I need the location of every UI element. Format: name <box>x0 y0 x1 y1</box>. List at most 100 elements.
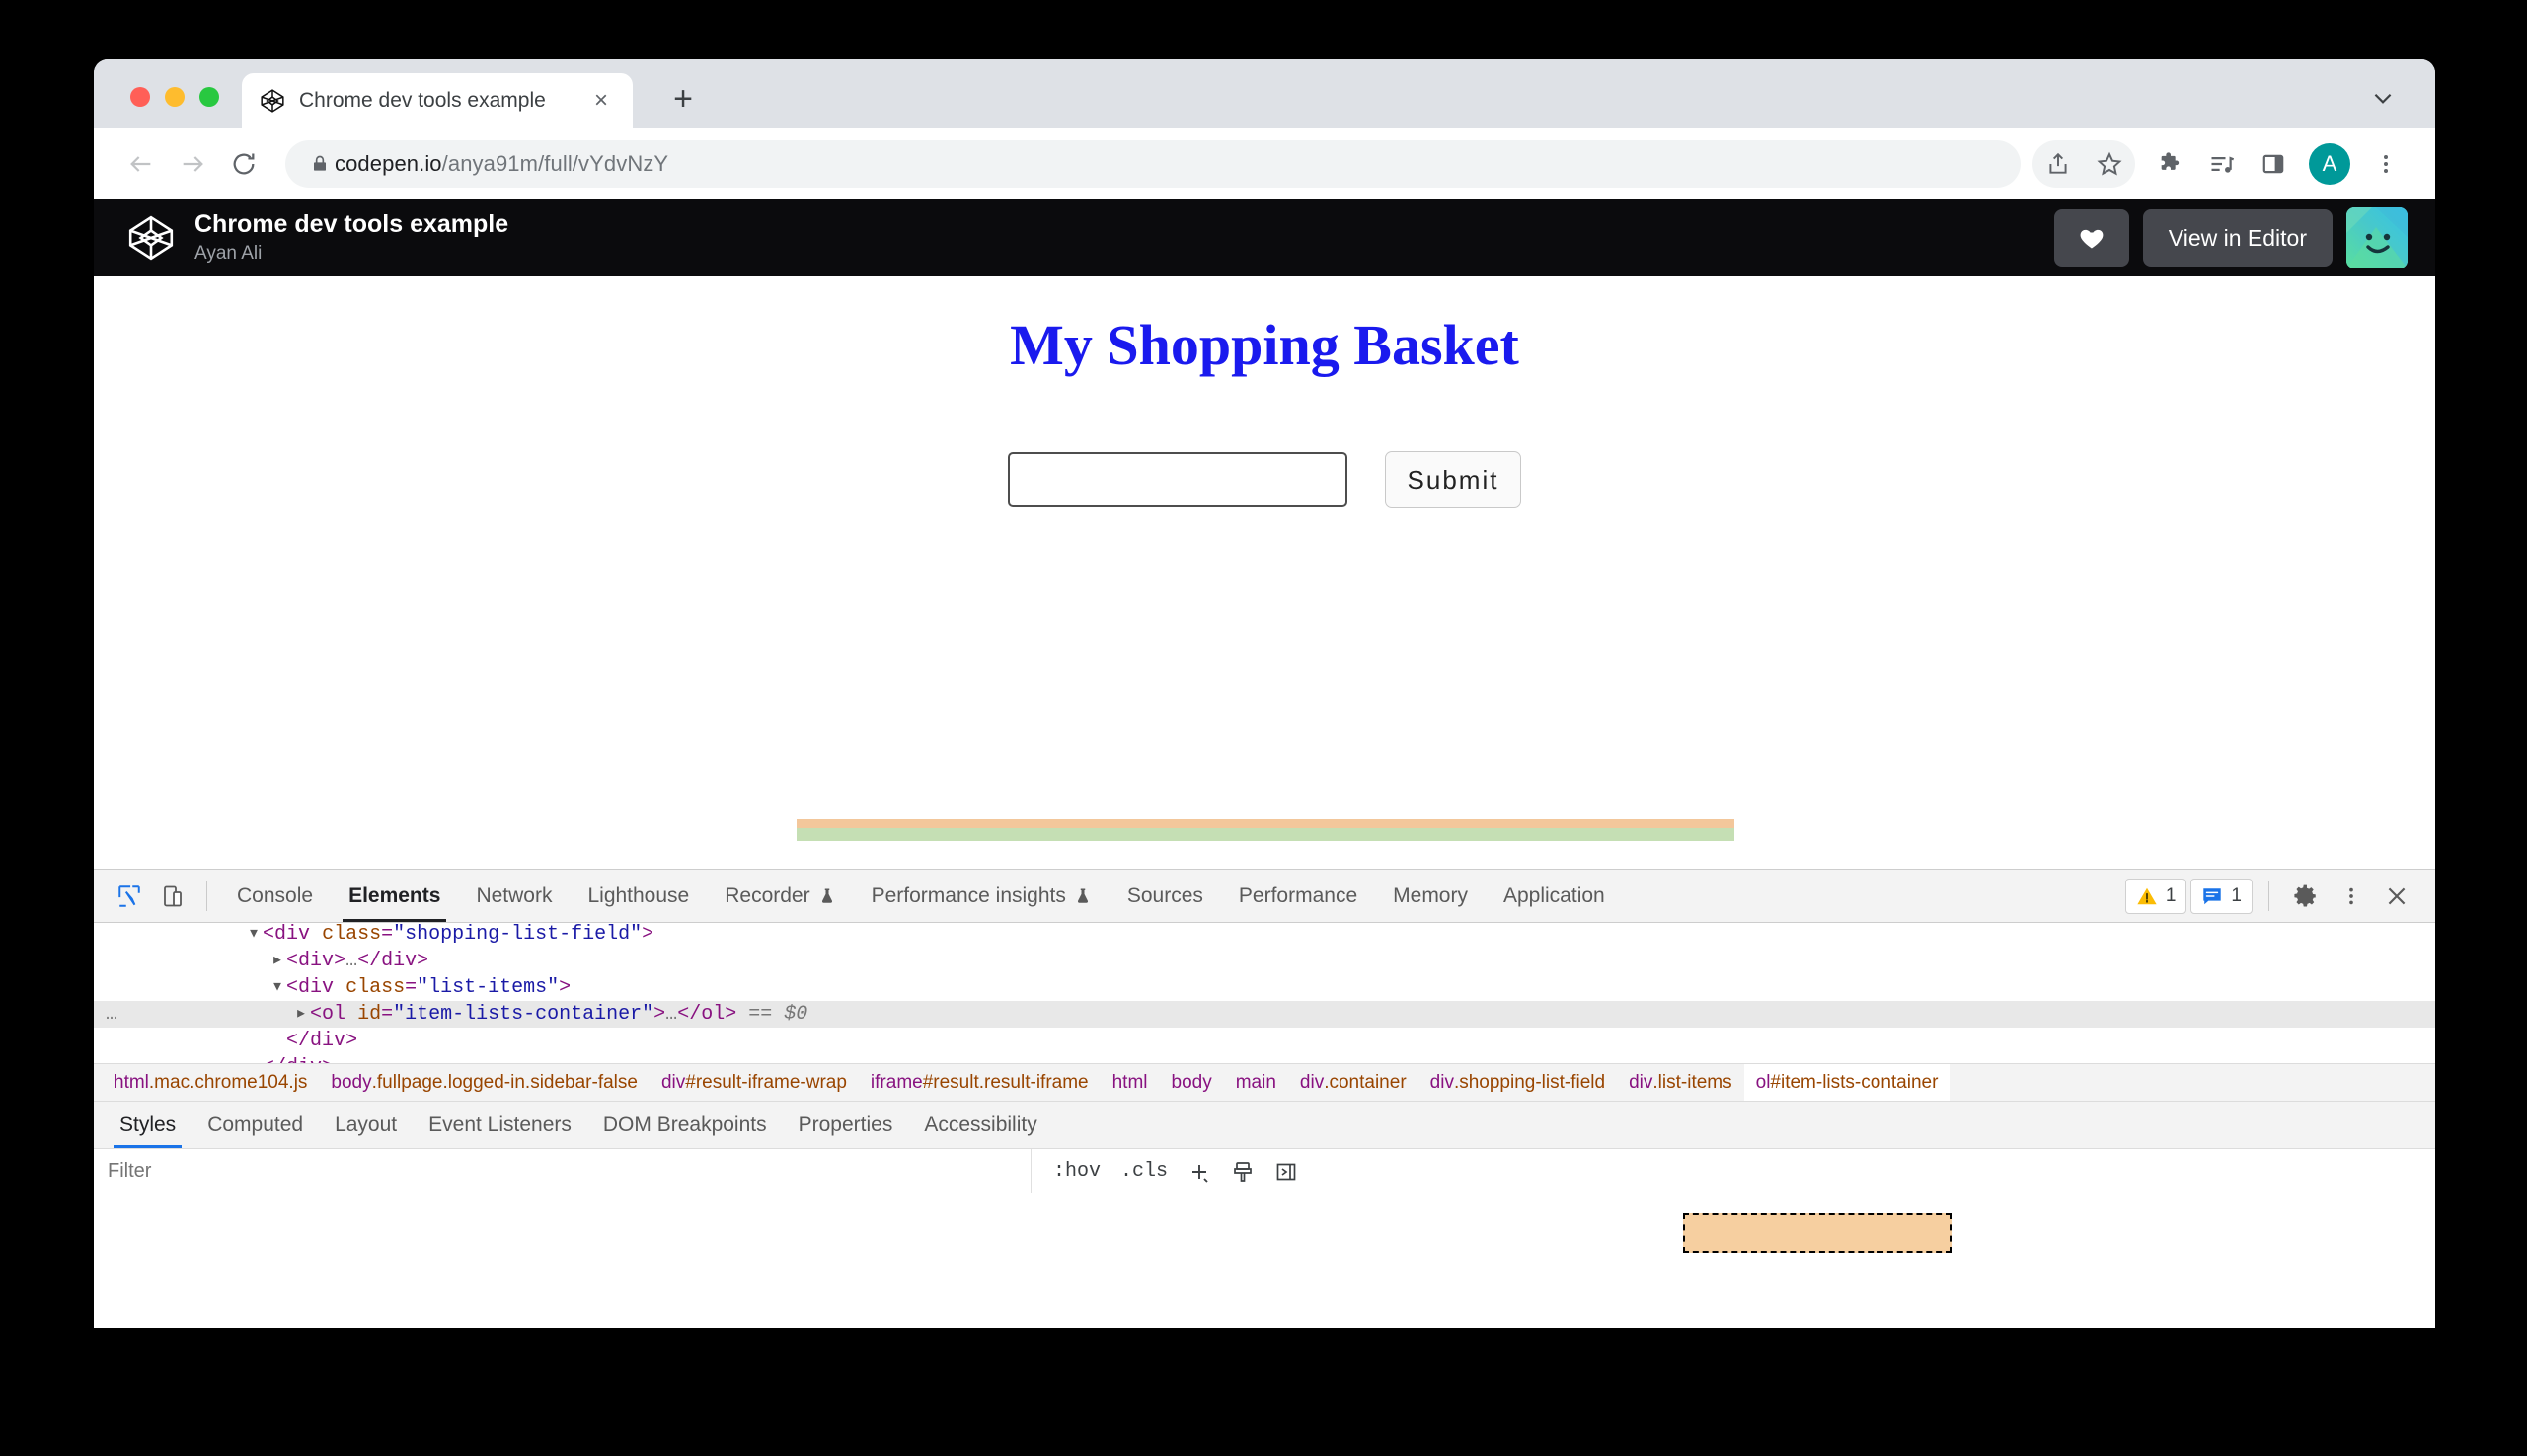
maximize-window-button[interactable] <box>199 87 219 107</box>
expand-triangle-down-icon[interactable]: ▾ <box>248 923 263 948</box>
expand-triangle-right-icon[interactable]: ▸ <box>271 948 286 974</box>
heart-icon <box>2078 224 2106 252</box>
breadcrumb-item[interactable]: body.fullpage.logged-in.sidebar-false <box>319 1064 650 1101</box>
submit-button[interactable]: Submit <box>1385 451 1522 508</box>
breadcrumb-item[interactable]: div.shopping-list-field <box>1418 1064 1617 1101</box>
close-tab-icon[interactable]: × <box>587 87 615 115</box>
devtools-tab-performance[interactable]: Performance <box>1221 870 1375 922</box>
breadcrumb-item[interactable]: main <box>1224 1064 1288 1101</box>
bookmark-star-icon[interactable] <box>2084 138 2135 190</box>
dom-node[interactable]: ▾<div class="list-items"> <box>94 974 2435 1001</box>
new-style-rule-plus-icon[interactable] <box>1180 1153 1219 1190</box>
url-path: /anya91m/full/vYdvNzY <box>442 151 669 176</box>
styles-tab-layout[interactable]: Layout <box>319 1102 413 1148</box>
dom-gutter[interactable]: … <box>94 1001 129 1028</box>
pen-meta: Chrome dev tools example Ayan Ali <box>194 209 508 267</box>
browser-tab[interactable]: Chrome dev tools example × <box>242 73 633 128</box>
dom-node[interactable]: </div> <box>94 1054 2435 1063</box>
dom-indent <box>129 923 248 946</box>
profile-avatar[interactable]: A <box>2309 143 2350 185</box>
devtools-tab-application[interactable]: Application <box>1486 870 1623 922</box>
cls-toggle[interactable]: .cls <box>1112 1160 1176 1183</box>
close-devtools-icon[interactable] <box>2376 876 2417 917</box>
devtools-tab-recorder[interactable]: Recorder <box>707 870 853 922</box>
styles-tab-properties[interactable]: Properties <box>783 1102 909 1148</box>
styles-tab-dom-breakpoints[interactable]: DOM Breakpoints <box>587 1102 783 1148</box>
new-tab-button[interactable]: + <box>663 79 703 118</box>
dom-token-tag: div <box>310 1030 345 1052</box>
list-items-wrapper: BananasMilkBreadEggsCoffee <box>797 828 1734 841</box>
breadcrumb-element: div <box>1629 1072 1652 1094</box>
address-bar[interactable]: codepen.io/anya91m/full/vYdvNzY <box>285 140 2021 188</box>
styles-tab-computed[interactable]: Computed <box>191 1102 319 1148</box>
browser-menu-icon[interactable] <box>2360 138 2412 190</box>
dom-indent <box>129 976 271 999</box>
breadcrumb-element: html <box>114 1072 149 1094</box>
dom-token-punct: < <box>286 950 298 972</box>
breadcrumb-item[interactable]: div#result-iframe-wrap <box>650 1064 859 1101</box>
filter-tools: :hov .cls <box>1032 1153 1306 1190</box>
dom-node[interactable]: </div> <box>94 1028 2435 1054</box>
styles-tab-accessibility[interactable]: Accessibility <box>908 1102 1052 1148</box>
styles-tab-event-listeners[interactable]: Event Listeners <box>413 1102 587 1148</box>
devtools-tab-sources[interactable]: Sources <box>1110 870 1221 922</box>
devtools-tab-memory[interactable]: Memory <box>1375 870 1486 922</box>
back-arrow-icon[interactable] <box>115 138 167 190</box>
message-badge[interactable]: 1 <box>2190 879 2253 914</box>
devtools-tab-label: Sources <box>1127 884 1203 908</box>
devtools-tab-lighthouse[interactable]: Lighthouse <box>570 870 707 922</box>
dom-node[interactable]: ▾<div class="shopping-list-field"> <box>94 923 2435 948</box>
dom-node-selected[interactable]: … ▸<ol id="item-lists-container">…</ol> … <box>94 1001 2435 1028</box>
breadcrumb-item[interactable]: div.list-items <box>1617 1064 1744 1101</box>
breadcrumb-item[interactable]: ol#item-lists-container <box>1744 1064 1951 1101</box>
dom-token-sp <box>334 976 345 999</box>
expand-triangle-down-icon[interactable]: ▾ <box>271 974 286 1001</box>
view-in-editor-button[interactable]: View in Editor <box>2143 209 2333 267</box>
devtools-tab-performance-insights[interactable]: Performance insights <box>854 870 1110 922</box>
devtools-tab-network[interactable]: Network <box>458 870 570 922</box>
reload-icon[interactable] <box>218 138 269 190</box>
breadcrumb-selector: #result-iframe-wrap <box>685 1072 847 1094</box>
dom-tree[interactable]: ▾<div class="shopping-list-field"> ▸<div… <box>94 923 2435 1063</box>
user-avatar[interactable] <box>2346 207 2408 268</box>
dom-indent <box>129 1056 248 1063</box>
dom-token-punct: < <box>310 1003 322 1026</box>
breadcrumb-item[interactable]: div.container <box>1288 1064 1418 1101</box>
breadcrumb-item[interactable]: body <box>1160 1064 1224 1101</box>
settings-gear-icon[interactable] <box>2285 876 2327 917</box>
expand-triangle-right-icon[interactable]: ▸ <box>295 1001 310 1028</box>
minimize-window-button[interactable] <box>165 87 185 107</box>
warning-badge[interactable]: 1 <box>2125 879 2187 914</box>
hov-toggle[interactable]: :hov <box>1045 1160 1109 1183</box>
paintbrush-icon[interactable] <box>1223 1153 1263 1190</box>
item-input[interactable] <box>1008 452 1347 507</box>
forward-arrow-icon[interactable] <box>167 138 218 190</box>
extensions-puzzle-icon[interactable] <box>2145 138 2196 190</box>
breadcrumb-selector: .shopping-list-field <box>1454 1072 1605 1094</box>
breadcrumb-item[interactable]: html <box>1101 1064 1160 1101</box>
devtools-toolbar: ConsoleElements Network LighthouseRecorder… <box>94 870 2435 923</box>
breadcrumb-item[interactable]: iframe#result.result-iframe <box>859 1064 1101 1101</box>
devtools-tab-label: Network <box>476 884 552 908</box>
love-pen-button[interactable] <box>2054 209 2129 267</box>
filter-input[interactable] <box>94 1149 1032 1193</box>
toggle-sidebar-icon[interactable] <box>1266 1153 1306 1190</box>
breadcrumb-item[interactable]: html.mac.chrome104.js <box>102 1064 319 1101</box>
close-window-button[interactable] <box>130 87 150 107</box>
dom-node[interactable]: ▸<div>…</div> <box>94 948 2435 974</box>
styles-tab-styles[interactable]: Styles <box>104 1102 191 1148</box>
dom-token-dim: … <box>665 1003 677 1026</box>
breadcrumb-element: div <box>1430 1072 1454 1094</box>
devtools-tab-elements[interactable]: Elements <box>331 870 458 922</box>
inspect-element-icon[interactable] <box>108 876 151 917</box>
devtools-more-menu-icon[interactable] <box>2331 876 2372 917</box>
share-icon[interactable] <box>2032 138 2084 190</box>
devtools-tab-console[interactable]: Console <box>219 870 331 922</box>
breadcrumb-selector: #result.result-iframe <box>923 1072 1089 1094</box>
tab-search-chevron-down-icon[interactable] <box>2366 81 2400 115</box>
side-panel-icon[interactable] <box>2248 138 2299 190</box>
screen: Chrome dev tools example × + <box>0 0 2527 1456</box>
dom-token-punct: = <box>381 923 393 946</box>
device-toolbar-icon[interactable] <box>151 876 194 917</box>
media-control-icon[interactable] <box>2196 138 2248 190</box>
